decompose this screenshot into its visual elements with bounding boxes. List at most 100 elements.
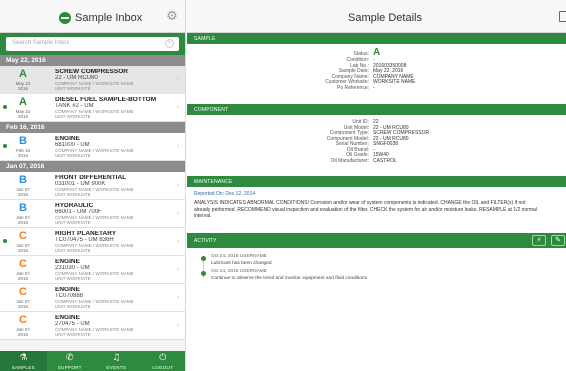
sample-date-year: 2016 <box>17 276 28 281</box>
chevron-right-icon: › <box>176 294 179 301</box>
item-worksite: UNIT WORKSITE <box>55 248 91 253</box>
timeline-dot-icon <box>201 256 206 261</box>
item-worksite: UNIT WORKSITE <box>55 153 91 158</box>
activity-meta: Oct 24, 2016 USERNAME <box>211 254 267 259</box>
sample-list-item[interactable]: B Feb 16 2016 ENGINE 681000 - UM COMPANY NAME… <box>0 133 185 161</box>
details-header: Sample Details <box>187 0 566 33</box>
inbox-title: Sample Inbox <box>75 12 143 24</box>
activity-heading-label: ACTIVITY <box>194 238 217 244</box>
status-field: Status: A <box>187 48 566 58</box>
tab-label: EVENTS <box>106 365 127 370</box>
sample-list-item[interactable]: C Jan 07 2016 ENGINE TC070888 COMPANY NAME / … <box>0 284 185 312</box>
date-group-header: Jan 07, 2016 <box>0 161 185 172</box>
date-group-header: Feb 16, 2016 <box>0 122 185 133</box>
condition-grade: C <box>19 314 27 326</box>
sample-date: Jan 07 2016 <box>13 327 33 337</box>
activity-entry: Oct 24, 2016 USERNAME Continue to observe… <box>187 269 566 284</box>
chevron-right-icon: › <box>176 143 179 150</box>
sample-date: Feb 16 2016 <box>13 148 33 158</box>
field-value: - <box>373 84 375 91</box>
sample-list: May 22, 2016 A May 22 2016 SCREW COMPRESSOR 2… <box>0 55 185 340</box>
settings-gear-icon[interactable]: ⚙ <box>165 10 179 24</box>
item-worksite: UNIT WORKSITE <box>55 86 91 91</box>
tab-events[interactable]: ♫ EVENTS <box>93 351 140 371</box>
detail-field: Oil Manufacturer: CASTROL <box>187 158 566 165</box>
sample-date-year: 2016 <box>17 192 28 197</box>
item-worksite: UNIT WORKSITE <box>55 276 91 281</box>
sample-list-item[interactable]: C Jan 07 2016 ENGINE 231030 - UM COMPANY NAME… <box>0 256 185 284</box>
sample-date: Jan 07 2016 <box>13 271 33 281</box>
details-title: Sample Details <box>348 12 422 24</box>
bolt-icon: ⚡ <box>536 236 542 244</box>
unread-dot-icon <box>3 144 7 148</box>
sample-details-pane: Sample Details SAMPLE Status: A Conditio… <box>187 0 566 371</box>
chevron-right-icon: › <box>176 238 179 245</box>
chat-icon: ✎ <box>555 236 561 244</box>
clear-search-icon[interactable]: × <box>165 39 174 48</box>
activity-entry: Oct 24, 2016 USERNAME Lubricant has been … <box>187 254 566 269</box>
tab-label: LOGOUT <box>152 365 174 370</box>
bell-icon: ♫ <box>112 353 121 363</box>
add-activity-button[interactable]: ⚡ <box>532 235 546 246</box>
tab-logout[interactable]: ⏻ LOGOUT <box>140 351 186 371</box>
condition-grade: A <box>19 68 27 80</box>
condition-grade: C <box>19 286 27 298</box>
bottom-tab-bar: ⚗ SAMPLES ✆ SUPPORT ♫ EVENTS ⏻ LOGOUT <box>0 351 186 371</box>
flask-icon: ⚗ <box>19 353 28 363</box>
item-worksite: UNIT WORKSITE <box>55 192 91 197</box>
sample-date-year: 2016 <box>17 332 28 337</box>
tab-label: SAMPLES <box>11 365 35 370</box>
brand-logo-icon <box>59 12 71 24</box>
sample-list-item[interactable]: B Jan 07 2016 FRONT DIFFERENTIAL 031001 - UM… <box>0 172 185 200</box>
sample-list-item[interactable]: C Jan 07 2016 RIGHT PLANETARY TC070475 - UM … <box>0 228 185 256</box>
chevron-right-icon: › <box>176 266 179 273</box>
detail-field: Po Reference: - <box>187 84 566 92</box>
search-input[interactable]: Search Sample Inbox × <box>6 37 179 51</box>
condition-grade: B <box>19 202 27 214</box>
search-bar: Search Sample Inbox × <box>0 33 185 55</box>
activity-timeline: Oct 24, 2016 USERNAME Lubricant has been … <box>187 248 566 284</box>
comment-button[interactable]: ✎ <box>551 235 565 246</box>
activity-message: Lubricant has been changed <box>211 261 272 266</box>
sample-section-heading: SAMPLE <box>187 33 566 44</box>
sample-date: Jan 07 2016 <box>13 187 33 197</box>
chevron-right-icon: › <box>176 322 179 329</box>
timeline-dot-icon <box>201 271 206 276</box>
item-worksite: UNIT WORKSITE <box>55 114 91 119</box>
sample-list-item[interactable]: C Jan 07 2016 ENGINE 270475 - UM COMPANY NAME… <box>0 312 185 340</box>
maintenance-line: interval. <box>194 213 212 219</box>
condition-grade: C <box>19 230 27 242</box>
tab-support[interactable]: ✆ SUPPORT <box>47 351 94 371</box>
sample-date: Jan 07 2016 <box>13 215 33 225</box>
reported-on-text: Reported On: Dec 12, 2014 <box>194 191 256 197</box>
inbox-header: Sample Inbox ⚙ <box>0 0 185 33</box>
activity-meta: Oct 24, 2016 USERNAME <box>211 269 267 274</box>
maintenance-line: already performed. RECOMMEND visual insp… <box>194 206 537 213</box>
component-section: Unit ID: 22 Unit Model: 22 - UM RCU80 Compon… <box>187 115 566 176</box>
chevron-right-icon: › <box>176 104 179 111</box>
maintenance-section: Reported On: Dec 12, 2014 ANALYSIS INDIC… <box>187 187 566 233</box>
sample-date: May 22 2016 <box>13 109 33 119</box>
condition-grade: C <box>19 258 27 270</box>
sample-date: Jan 07 2016 <box>13 299 33 309</box>
date-group-header: May 22, 2016 <box>0 55 185 66</box>
sample-section: Status: A Condition: - Lab No.: 20160335000… <box>187 44 566 104</box>
sample-list-item[interactable]: A May 22 2016 SCREW COMPRESSOR 22 - UM RCU80… <box>0 66 185 94</box>
sample-date-year: 2016 <box>17 248 28 253</box>
item-worksite: UNIT WORKSITE <box>55 220 91 225</box>
search-placeholder: Search Sample Inbox <box>12 40 70 46</box>
component-section-heading: COMPONENT <box>187 104 566 115</box>
tab-samples[interactable]: ⚗ SAMPLES <box>0 351 47 371</box>
sample-list-item[interactable]: A May 22 2016 DIESEL FUEL SAMPLE-BOTTOM TANK… <box>0 94 185 122</box>
condition-grade: A <box>19 96 27 108</box>
sample-date: May 22 2016 <box>13 81 33 91</box>
activity-section-heading: ACTIVITY ⚡ ✎ <box>187 233 566 248</box>
pdf-report-icon[interactable] <box>559 11 566 22</box>
sample-list-item[interactable]: B Jan 07 2016 HYDRAULIC 66001 - UM 700F COMPA… <box>0 200 185 228</box>
sample-date-year: 2016 <box>17 114 28 119</box>
sample-date-year: 2016 <box>17 220 28 225</box>
unread-dot-icon <box>3 105 7 109</box>
tab-label: SUPPORT <box>57 365 82 370</box>
sample-date: Jan 07 2016 <box>13 243 33 253</box>
sample-date-year: 2016 <box>17 153 28 158</box>
